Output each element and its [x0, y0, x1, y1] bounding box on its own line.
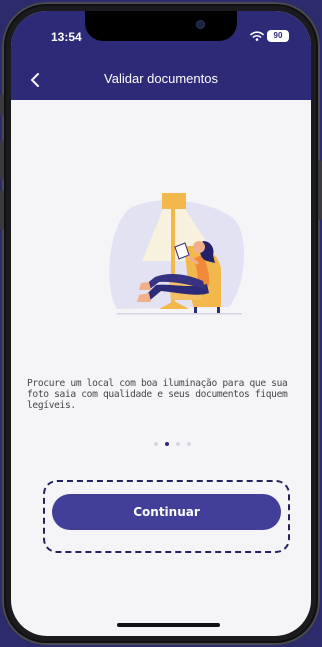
pagination-dots: [154, 442, 191, 446]
pagination-dot[interactable]: [187, 442, 191, 446]
status-time: 13:54: [51, 30, 82, 44]
person-reading-illustration: [109, 193, 245, 315]
onboarding-description: Procure um local com boa iluminação para…: [27, 378, 288, 411]
phone-side-button: [0, 94, 4, 116]
phone-power-button: [318, 160, 322, 220]
header-bar: 13:54 90 Validar documentos: [11, 11, 311, 100]
camera-notch: [85, 11, 237, 41]
front-camera-icon: [197, 21, 204, 28]
wifi-icon: [250, 31, 264, 41]
continue-button[interactable]: Continuar: [52, 494, 281, 530]
phone-volume-up-button: [0, 140, 4, 180]
pagination-dot-active[interactable]: [165, 442, 169, 446]
battery-indicator: 90: [267, 30, 289, 42]
pagination-dot[interactable]: [176, 442, 180, 446]
page-title: Validar documentos: [104, 71, 218, 86]
pagination-dot[interactable]: [154, 442, 158, 446]
app-screen: 13:54 90 Validar documentos Procure um l…: [11, 11, 311, 636]
home-indicator[interactable]: [117, 623, 220, 627]
phone-volume-down-button: [0, 190, 4, 230]
